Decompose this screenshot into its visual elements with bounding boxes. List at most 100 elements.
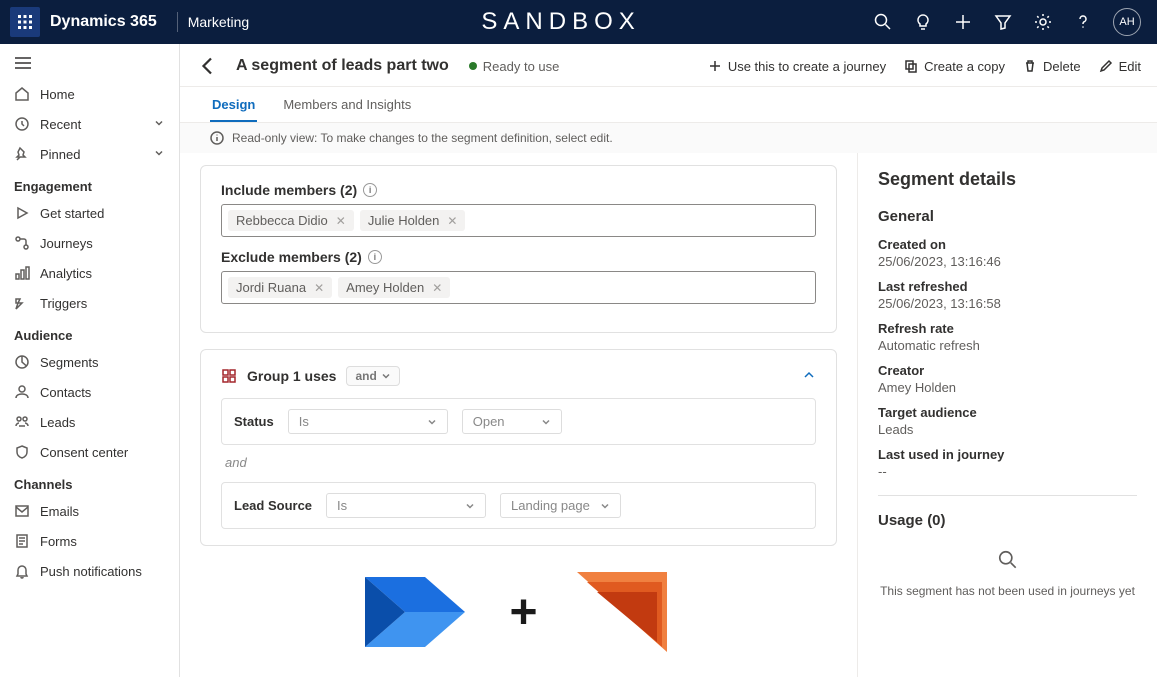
- chevron-down-icon: [600, 501, 610, 511]
- hamburger-button[interactable]: [0, 50, 179, 79]
- condition-connector: and: [225, 455, 816, 470]
- infobar-text: Read-only view: To make changes to the s…: [232, 131, 613, 145]
- plus-icon: [953, 12, 973, 32]
- field-label: Last refreshed: [878, 279, 1137, 294]
- info-icon[interactable]: i: [368, 250, 382, 264]
- field-label: Refresh rate: [878, 321, 1137, 336]
- chip-remove-button[interactable]: ✕: [314, 281, 324, 295]
- nav-label: Consent center: [40, 445, 128, 460]
- create-copy-button[interactable]: Create a copy: [904, 59, 1005, 74]
- chip-remove-button[interactable]: ✕: [432, 281, 442, 295]
- app-launcher-button[interactable]: [10, 7, 40, 37]
- divider: [177, 12, 178, 32]
- filter-button[interactable]: [993, 12, 1013, 32]
- use-journey-button[interactable]: Use this to create a journey: [708, 59, 886, 74]
- chip-exclude-1: Jordi Ruana✕: [228, 277, 332, 298]
- exclude-label: Exclude members (2): [221, 249, 362, 265]
- nav-consent[interactable]: Consent center: [0, 437, 179, 467]
- nav-home[interactable]: Home: [0, 79, 179, 109]
- nav-contacts[interactable]: Contacts: [0, 377, 179, 407]
- chevron-down-icon: [153, 147, 165, 162]
- condition-operator-dropdown[interactable]: Is: [288, 409, 448, 434]
- delete-button[interactable]: Delete: [1023, 59, 1081, 74]
- lightbulb-icon: [913, 12, 933, 32]
- home-icon: [14, 86, 30, 102]
- plus-icon: +: [509, 585, 537, 640]
- nav-group-channels: Channels: [0, 467, 179, 496]
- status-label: Ready to use: [483, 59, 560, 74]
- add-button[interactable]: [953, 12, 973, 32]
- search-icon: [997, 549, 1019, 571]
- chip-label: Rebbecca Didio: [236, 213, 328, 228]
- idea-button[interactable]: [913, 12, 933, 32]
- nav-group-engagement: Engagement: [0, 169, 179, 198]
- power-automate-logo-icon: [355, 562, 485, 662]
- nav-emails[interactable]: Emails: [0, 496, 179, 526]
- play-icon: [14, 205, 30, 221]
- nav-label: Journeys: [40, 236, 93, 251]
- edit-button[interactable]: Edit: [1099, 59, 1141, 74]
- nav-label: Forms: [40, 534, 77, 549]
- waffle-icon: [17, 14, 33, 30]
- group-icon: [221, 368, 237, 384]
- field-value: Amey Holden: [878, 380, 1137, 395]
- field-value: 25/06/2023, 13:16:58: [878, 296, 1137, 311]
- tab-bar: Design Members and Insights: [180, 87, 1157, 123]
- nav-recent[interactable]: Recent: [0, 109, 179, 139]
- nav-segments[interactable]: Segments: [0, 347, 179, 377]
- mail-icon: [14, 503, 30, 519]
- plus-icon: [708, 59, 722, 73]
- condition-value-dropdown[interactable]: Landing page: [500, 493, 621, 518]
- tab-design[interactable]: Design: [210, 87, 257, 122]
- exclude-chips[interactable]: Jordi Ruana✕ Amey Holden✕: [221, 271, 816, 304]
- collapse-group-button[interactable]: [802, 368, 816, 385]
- usage-empty-state: This segment has not been used in journe…: [878, 549, 1137, 598]
- condition-operator-dropdown[interactable]: Is: [326, 493, 486, 518]
- condition-value-dropdown[interactable]: Open: [462, 409, 562, 434]
- help-button[interactable]: [1073, 12, 1093, 32]
- form-icon: [14, 533, 30, 549]
- nav-label: Emails: [40, 504, 79, 519]
- marketing-logo-icon: [562, 562, 682, 662]
- brand-label: Dynamics 365: [50, 13, 157, 31]
- chart-icon: [14, 265, 30, 281]
- search-button[interactable]: [873, 12, 893, 32]
- nav-group-audience: Audience: [0, 318, 179, 347]
- trash-icon: [1023, 59, 1037, 73]
- nav-label: Push notifications: [40, 564, 142, 579]
- sidebar: Home Recent Pinned Engagement Get starte…: [0, 44, 180, 677]
- chip-remove-button[interactable]: ✕: [336, 214, 346, 228]
- person-icon: [14, 384, 30, 400]
- chip-label: Julie Holden: [368, 213, 440, 228]
- nav-journeys[interactable]: Journeys: [0, 228, 179, 258]
- nav-triggers[interactable]: Triggers: [0, 288, 179, 318]
- field-value: Automatic refresh: [878, 338, 1137, 353]
- nav-pinned[interactable]: Pinned: [0, 139, 179, 169]
- segment-icon: [14, 354, 30, 370]
- back-button[interactable]: [196, 54, 220, 78]
- app-bar: Dynamics 365 Marketing SANDBOX AH: [0, 0, 1157, 44]
- info-icon: [210, 131, 224, 145]
- environment-banner: SANDBOX: [249, 8, 873, 36]
- nav-push[interactable]: Push notifications: [0, 556, 179, 586]
- nav-leads[interactable]: Leads: [0, 407, 179, 437]
- details-general-heading: General: [878, 208, 1137, 225]
- nav-label: Triggers: [40, 296, 87, 311]
- nav-get-started[interactable]: Get started: [0, 198, 179, 228]
- nav-forms[interactable]: Forms: [0, 526, 179, 556]
- question-icon: [1073, 12, 1093, 32]
- field-label: Creator: [878, 363, 1137, 378]
- chevron-down-icon: [153, 117, 165, 132]
- info-icon[interactable]: i: [363, 183, 377, 197]
- nav-analytics[interactable]: Analytics: [0, 258, 179, 288]
- include-chips[interactable]: Rebbecca Didio ✕ Julie Holden ✕: [221, 204, 816, 237]
- settings-button[interactable]: [1033, 12, 1053, 32]
- chip-exclude-2: Amey Holden✕: [338, 277, 450, 298]
- chip-remove-button[interactable]: ✕: [447, 214, 457, 228]
- condition-row-status: Status Is Open: [221, 398, 816, 445]
- group-operator-dropdown[interactable]: and: [346, 366, 399, 386]
- cmd-label: Delete: [1043, 59, 1081, 74]
- tab-members-insights[interactable]: Members and Insights: [281, 87, 413, 122]
- details-title: Segment details: [878, 169, 1137, 190]
- user-avatar[interactable]: AH: [1113, 8, 1141, 36]
